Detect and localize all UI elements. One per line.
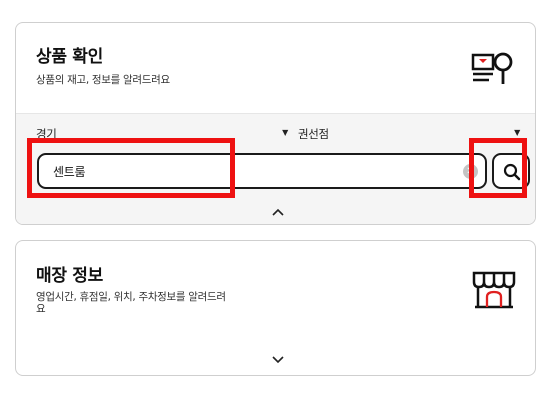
search-icon — [503, 163, 521, 181]
chevron-up-icon — [272, 208, 284, 216]
product-check-card: 상품 확인 상품의 재고, 정보를 알려드려요 경기 ▼ 권선점 ▼ ✕ — [15, 22, 536, 225]
search-field: ✕ — [37, 153, 487, 189]
store-info-title: 매장 정보 — [36, 266, 103, 286]
search-button[interactable] — [492, 153, 530, 189]
store-info-description: 영업시간, 휴점일, 위치, 주차정보를 알려드려요 — [36, 291, 226, 315]
chevron-down-icon — [272, 356, 284, 364]
caret-down-icon: ▼ — [282, 128, 288, 137]
collapse-button[interactable] — [268, 203, 288, 216]
expand-button[interactable] — [268, 351, 288, 364]
storefront-icon — [471, 269, 517, 311]
clear-icon[interactable]: ✕ — [463, 164, 478, 179]
product-search-icon — [471, 49, 515, 89]
store-select-value: 권선점 — [298, 127, 329, 141]
region-select-value: 경기 — [36, 127, 57, 141]
product-check-title: 상품 확인 — [36, 47, 103, 67]
store-info-card[interactable]: 매장 정보 영업시간, 휴점일, 위치, 주차정보를 알려드려요 — [15, 240, 536, 376]
search-input[interactable] — [53, 160, 433, 182]
product-check-description: 상품의 재고, 정보를 알려드려요 — [36, 74, 170, 86]
caret-down-icon: ▼ — [514, 128, 520, 137]
